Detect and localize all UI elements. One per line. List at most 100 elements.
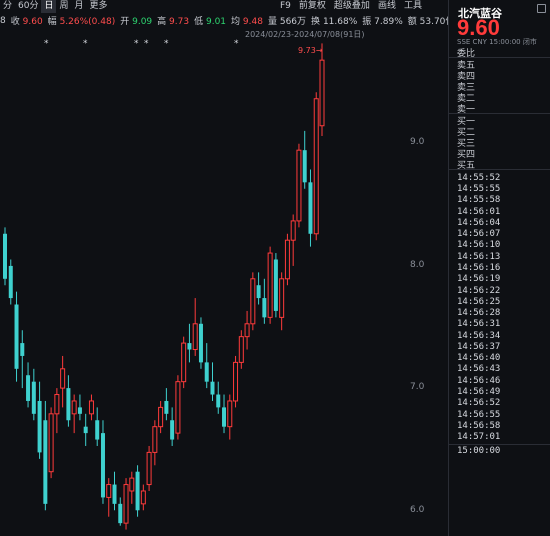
toolbar-item-tools[interactable]: 工具 — [400, 0, 426, 13]
candle-body[interactable] — [54, 394, 60, 415]
toolbar-item-week[interactable]: 周 — [56, 0, 71, 13]
candle-body[interactable] — [118, 503, 123, 524]
candle-body[interactable] — [83, 426, 88, 434]
toolbar-item-fuquan[interactable]: 前复权 — [295, 0, 330, 13]
candle-body[interactable] — [129, 477, 135, 492]
candle-body[interactable] — [95, 420, 100, 440]
candle-body[interactable] — [210, 381, 215, 395]
candle-body[interactable] — [216, 394, 221, 408]
toolbar-right-group: F9 前复权 超级叠加 画线 工具 — [276, 0, 426, 13]
divider — [449, 169, 550, 170]
tick-time: 14:55:58 — [457, 195, 501, 205]
candle-body[interactable] — [227, 400, 233, 428]
candle-body[interactable] — [222, 407, 227, 427]
candle-body[interactable] — [279, 278, 285, 318]
tick-time: 14:56:40 — [457, 353, 501, 363]
candle-body[interactable] — [48, 413, 54, 473]
candle-body[interactable] — [146, 451, 152, 486]
toolbar-item-overlay[interactable]: 超级叠加 — [330, 0, 374, 13]
tick-time: 14:56:25 — [457, 297, 501, 307]
kline-chart[interactable]: 2024/02/23-2024/07/08(91日) 9.73→ * * * *… — [0, 28, 448, 536]
candle-body[interactable] — [256, 285, 261, 299]
toolbar-item-60min[interactable]: 60分 — [15, 0, 41, 13]
close-label: 收 — [10, 17, 20, 27]
candle-body[interactable] — [170, 420, 175, 440]
candle-body[interactable] — [20, 343, 25, 356]
tick-time: 14:56:46 — [457, 376, 501, 386]
event-marker[interactable]: * — [144, 39, 149, 49]
open-value: 9.09 — [132, 17, 153, 27]
candle-body[interactable] — [181, 342, 187, 383]
toolbar-item-month[interactable]: 月 — [72, 0, 87, 13]
volume-value: 566万 — [279, 17, 307, 27]
tick-time: 14:56:04 — [457, 218, 501, 228]
candle-body[interactable] — [192, 323, 198, 351]
candle-body[interactable] — [284, 239, 290, 280]
candle-body[interactable] — [273, 259, 278, 311]
candles-group — [3, 43, 325, 530]
avg-label: 均 — [231, 17, 241, 27]
y-tick-label: 9.0 — [410, 137, 425, 147]
candle-body[interactable] — [244, 323, 250, 338]
tick-time: 14:56:37 — [457, 342, 501, 352]
tick-time: 14:56:16 — [457, 263, 501, 273]
candle-body[interactable] — [267, 252, 273, 318]
candle-body[interactable] — [31, 381, 36, 414]
candle-body[interactable] — [164, 400, 169, 414]
tick-time: 14:56:55 — [457, 410, 501, 420]
toolbar-item-f9[interactable]: F9 — [276, 0, 295, 13]
candle-body[interactable] — [319, 59, 325, 127]
candle-body[interactable] — [60, 368, 66, 389]
candle-body[interactable] — [26, 375, 31, 401]
candle-body[interactable] — [123, 484, 129, 524]
candle-body[interactable] — [14, 304, 19, 369]
event-marker[interactable]: * — [234, 39, 239, 49]
kline-chart-svg[interactable]: 2024/02/23-2024/07/08(91日) 9.73→ * * * *… — [0, 28, 448, 536]
candle-body[interactable] — [140, 490, 146, 505]
candle-body[interactable] — [302, 150, 307, 183]
candle-body[interactable] — [37, 400, 42, 453]
candle-body[interactable] — [66, 388, 71, 421]
candle-body[interactable] — [43, 420, 48, 504]
toolbar-item-day[interactable]: 日 — [41, 0, 57, 13]
candle-body[interactable] — [88, 400, 94, 415]
candle-body[interactable] — [77, 407, 82, 414]
toolbar-item-more[interactable]: 更多 — [87, 0, 111, 13]
candle-body[interactable] — [233, 361, 239, 402]
tick-time: 14:56:43 — [457, 364, 501, 374]
event-marker[interactable]: * — [83, 39, 88, 49]
avg-value: 9.48 — [242, 17, 263, 27]
toolbar-item-draw[interactable]: 画线 — [374, 0, 400, 13]
candle-body[interactable] — [313, 98, 319, 235]
date-range-label: 2024/02/23-2024/07/08(91日) — [245, 30, 365, 39]
candle-body[interactable] — [290, 220, 296, 241]
candle-body[interactable] — [204, 362, 209, 382]
candle-body[interactable] — [152, 426, 158, 453]
candle-body[interactable] — [3, 233, 7, 279]
event-marker[interactable]: * — [44, 39, 49, 49]
candle-body[interactable] — [106, 484, 112, 498]
candle-body[interactable] — [112, 484, 117, 504]
event-marker[interactable]: * — [164, 39, 169, 49]
candle-body[interactable] — [8, 265, 13, 299]
candle-body[interactable] — [71, 400, 77, 415]
tick-time: 14:55:52 — [457, 173, 501, 183]
candle-body[interactable] — [158, 406, 164, 428]
candle-body[interactable] — [262, 298, 267, 318]
candle-body[interactable] — [296, 149, 302, 222]
window-icon[interactable] — [537, 4, 546, 13]
candle-body[interactable] — [100, 433, 105, 498]
candle-body[interactable] — [187, 343, 192, 350]
candle-body[interactable] — [308, 182, 313, 234]
candle-body[interactable] — [238, 336, 244, 363]
quote-panel: 北汽蓝谷 9.60 SSE CNY 15:00:00 闭市 委比 卖五 卖四 卖… — [448, 0, 550, 536]
change-label: 幅 — [47, 17, 57, 27]
turnover-value: 11.68% — [322, 17, 358, 27]
change-value: 5.26%(0.48) — [59, 17, 116, 27]
toolbar-item-minute[interactable]: 分 — [0, 0, 15, 13]
candle-body[interactable] — [175, 381, 181, 434]
event-marker[interactable]: * — [134, 39, 139, 49]
candle-body[interactable] — [135, 471, 140, 511]
candle-body[interactable] — [250, 278, 256, 325]
candle-body[interactable] — [198, 323, 203, 363]
